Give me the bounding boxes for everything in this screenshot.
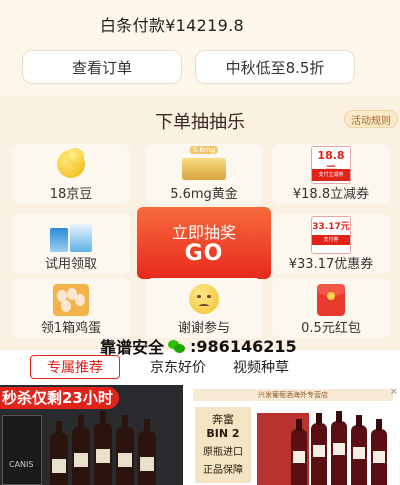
- prize-label: 5.6mg黄金: [170, 187, 238, 202]
- cashback-coupon-icon: 18.8元 支付立减券: [311, 146, 351, 184]
- mid-autumn-promo-button[interactable]: 中秋低至8.5折: [195, 50, 355, 84]
- lottery-panel: 下单抽抽乐 活动规则 18京豆 5.6mg 5.6mg黄金 18.8元 支付立减…: [0, 96, 400, 358]
- wine-bottle-image: [331, 411, 347, 485]
- wine-bottle-image: [94, 411, 112, 485]
- lottery-title: 下单抽抽乐: [155, 112, 245, 133]
- wine-bottle-image: [351, 415, 367, 485]
- toothpaste-icon: [48, 222, 94, 252]
- watermark-number: :986146215: [190, 336, 297, 356]
- tab-video[interactable]: 视频种草: [218, 355, 304, 379]
- wine-bottle-image: [116, 415, 134, 485]
- coupon-subtext: 支付立减券: [312, 169, 350, 181]
- prize-label: 试用领取: [44, 257, 97, 272]
- gold-bar-icon: [182, 158, 226, 180]
- brand-claim: 原瓶进口: [203, 447, 243, 458]
- coupon-amount: 33.17元: [312, 222, 350, 232]
- wine-bottle-image: [371, 419, 387, 485]
- tab-recommended[interactable]: 专属推荐: [30, 355, 120, 379]
- payment-header: 白条付款¥14219.8 查看订单 中秋低至8.5折: [0, 0, 400, 96]
- egg-box-icon: [53, 284, 89, 316]
- product-card-penfolds[interactable]: 兴发葡萄酒海外专营店 ✕ 奔富 BIN 2 原瓶进口 正品保障: [193, 385, 400, 485]
- view-order-button[interactable]: 查看订单: [22, 50, 182, 84]
- gold-weight-tag: 5.6mg: [189, 146, 219, 154]
- tab-jd-deals[interactable]: 京东好价: [138, 355, 218, 379]
- prize-gold: 5.6mg 5.6mg黄金: [145, 144, 263, 204]
- prize-cashback: 18.8元 支付立减券 ¥18.8立减券: [272, 144, 390, 204]
- payment-total: 白条付款¥14219.8: [100, 16, 244, 35]
- product-feed: 秒杀仅剩23小时 CANIS 兴发葡萄酒海外专营店 ✕ 奔富 BIN 2 原瓶进…: [0, 385, 400, 485]
- wine-bottle-image: [311, 413, 327, 485]
- sad-face-icon: [189, 284, 219, 314]
- prize-trial: 试用领取: [12, 214, 130, 274]
- prize-label: ¥33.17优惠券: [288, 257, 374, 272]
- brand-claim: 正品保障: [203, 465, 243, 476]
- prize-label: ¥18.8立减券: [292, 187, 370, 202]
- shop-name: 兴发葡萄酒海外专营店: [193, 389, 393, 401]
- wine-bottle-image: [50, 421, 68, 485]
- wechat-icon: [168, 339, 186, 353]
- product-card-wine-flash[interactable]: 秒杀仅剩23小时 CANIS: [0, 385, 183, 485]
- wine-bottle-image: [291, 419, 307, 485]
- wine-bottle-image: [138, 419, 156, 485]
- go-button-line1: 立即抽奖: [171, 223, 236, 242]
- prize-coupon: 33.17元 支付券 ¥33.17优惠券: [272, 214, 390, 274]
- prize-thanks: 谢谢参与: [145, 278, 263, 338]
- prize-eggs: 领1箱鸡蛋: [12, 278, 130, 338]
- wine-gift-box: CANIS: [2, 415, 42, 485]
- prize-label: 18京豆: [49, 187, 93, 202]
- brand-badge: 奔富 BIN 2 原瓶进口 正品保障: [195, 407, 251, 483]
- brand-name: 奔富: [212, 413, 234, 426]
- prize-red-packet: 0.5元红包: [272, 278, 390, 338]
- payment-coupon-icon: 33.17元 支付券: [311, 216, 351, 254]
- wine-bottle-image: [72, 415, 90, 485]
- brand-series: BIN 2: [206, 427, 240, 440]
- rules-link[interactable]: 活动规则: [344, 110, 398, 128]
- coupon-subtext: 支付券: [312, 235, 350, 245]
- go-button-line2: GO: [184, 241, 224, 266]
- draw-go-button[interactable]: 立即抽奖 GO: [137, 207, 271, 279]
- flash-sale-banner: 秒杀仅剩23小时: [0, 387, 119, 409]
- jingdou-coin-icon-small: [66, 148, 84, 166]
- red-envelope-icon: [317, 284, 345, 316]
- prize-jingdou: 18京豆: [12, 144, 130, 204]
- close-icon[interactable]: ✕: [390, 387, 398, 398]
